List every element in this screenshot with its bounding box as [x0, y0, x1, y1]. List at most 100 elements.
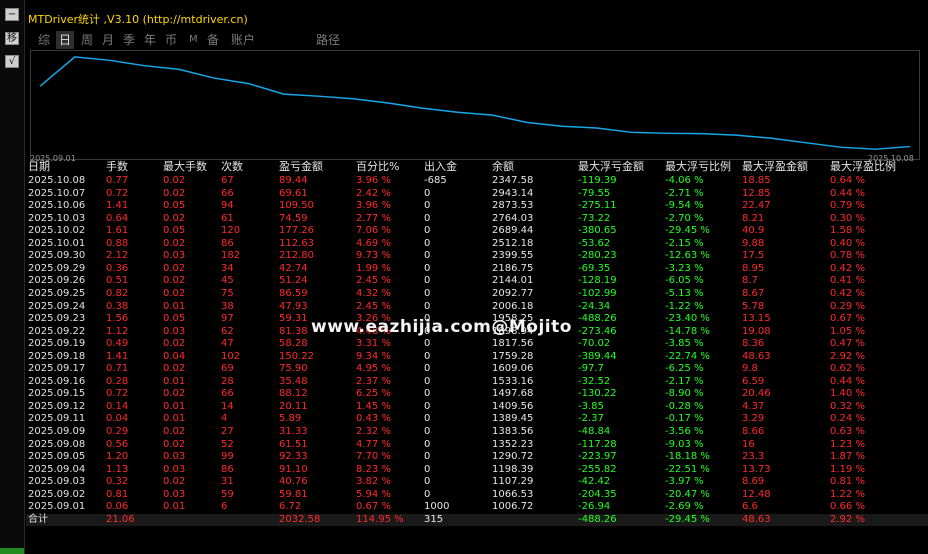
cell-max-float-loss-pct: -22.51 %: [665, 463, 710, 475]
tab-quarterly[interactable]: 季: [123, 31, 135, 49]
cell-trades: 120: [221, 225, 241, 237]
cell-deposit: 0: [424, 338, 431, 350]
cell-trades: 182: [221, 250, 241, 262]
cell-max-float-profit-pct: 0.81 %: [830, 476, 865, 488]
cell-profit: 89.44: [279, 175, 308, 186]
cell-trades: 75: [221, 287, 234, 299]
cell-trades: 27: [221, 426, 234, 437]
cell-lots: 0.72: [106, 187, 129, 199]
cell-max-float-loss-pct: -2.70 %: [665, 212, 704, 224]
tab-currency[interactable]: 币: [165, 31, 177, 49]
cell-lots: 0.51: [106, 275, 129, 287]
cell-lots: 1.12: [106, 325, 129, 337]
cell-deposit: 0: [424, 250, 431, 262]
table-row: 2025.09.17 0.71 0.02 69 75.90 4.95 % 0 1609.06 -…: [26, 363, 928, 375]
cell-max-float-profit: 13.73: [742, 463, 771, 475]
total-profit: 2032.58: [279, 513, 321, 525]
cell-max-lots: 0.03: [163, 451, 186, 463]
tab-overview[interactable]: 综: [38, 31, 50, 49]
table-row: 2025.09.25 0.82 0.02 75 86.59 4.32 % 0 2092.77 -…: [26, 288, 928, 300]
tab-account[interactable]: 账户: [231, 31, 255, 49]
tab-monthly[interactable]: 月: [102, 31, 114, 49]
tab-weekly[interactable]: 周: [81, 31, 93, 49]
table-row: 2025.09.02 0.81 0.03 59 59.81 5.94 % 0 1066.53 -…: [26, 489, 928, 501]
cell-balance: 1107.29: [492, 476, 534, 488]
cell-lots: 0.14: [106, 400, 129, 412]
cell-balance: 1409.56: [492, 400, 534, 412]
cell-max-float-profit-pct: 2.92 %: [830, 350, 865, 362]
cell-balance: 2399.55: [492, 250, 534, 262]
cell-lots: 0.49: [106, 338, 129, 350]
cell-lots: 0.06: [106, 501, 129, 513]
status-indicator: [0, 548, 24, 554]
move-button[interactable]: 移: [5, 32, 19, 45]
cell-max-float-profit-pct: 1.19 %: [830, 463, 865, 475]
minimize-button[interactable]: −: [5, 8, 19, 21]
table-row: 2025.09.30 2.12 0.03 182 212.80 9.73 % 0 2399.5…: [26, 250, 928, 262]
col-date: 日期: [28, 160, 50, 173]
check-button[interactable]: √: [5, 55, 19, 68]
cell-max-float-profit: 8.95: [742, 262, 765, 274]
cell-balance: 1533.16: [492, 375, 534, 387]
cell-date: 2025.10.02: [28, 225, 86, 237]
cell-max-float-loss: -117.28: [578, 438, 617, 450]
cell-percent: 4.32 %: [356, 287, 391, 299]
cell-max-lots: 0.02: [163, 426, 186, 437]
cell-max-float-loss: -97.7: [578, 363, 604, 375]
cell-max-lots: 0.03: [163, 325, 186, 337]
cell-max-float-loss: -275.11: [578, 200, 617, 212]
cell-max-float-loss: -204.35: [578, 488, 617, 500]
cell-profit: 40.76: [279, 476, 308, 488]
cell-trades: 31: [221, 476, 234, 488]
title-bar: MTDriver统计 ,V3.10 (http://mtdriver.cn): [26, 6, 918, 30]
table-row: 2025.09.29 0.36 0.02 34 42.74 1.99 % 0 2186.75 -…: [26, 263, 928, 275]
col-trades: 次数: [221, 160, 243, 173]
cell-profit: 109.50: [279, 200, 314, 212]
table-row: 2025.09.01 0.06 0.01 6 6.72 0.67 % 1000 1006.72…: [26, 501, 928, 513]
cell-max-lots: 0.05: [163, 313, 186, 325]
tab-m[interactable]: M: [189, 31, 198, 49]
table-row: 2025.09.16 0.28 0.01 28 35.48 2.37 % 0 1533.16 -…: [26, 376, 928, 388]
cell-max-lots: 0.02: [163, 438, 186, 450]
cell-max-float-loss-pct: -8.90 %: [665, 388, 704, 400]
cell-balance: 1066.53: [492, 488, 534, 500]
cell-lots: 1.41: [106, 200, 129, 212]
tab-path[interactable]: 路径: [316, 31, 340, 49]
cell-max-float-loss-pct: -0.17 %: [665, 413, 704, 425]
window-title: MTDriver统计 ,V3.10 (http://mtdriver.cn): [28, 13, 248, 26]
cell-deposit: 0: [424, 287, 431, 299]
cell-max-lots: 0.01: [163, 501, 186, 513]
cell-deposit: 0: [424, 451, 431, 463]
cell-date: 2025.09.16: [28, 375, 86, 387]
col-deposit: 出入金: [424, 160, 457, 173]
cell-profit: 75.90: [279, 363, 308, 375]
tab-notes[interactable]: 备: [207, 31, 219, 49]
period-tabs: 综 日 周 月 季 年 币 M 备 账户 路径: [26, 31, 726, 49]
cell-max-float-loss: -42.42: [578, 476, 611, 488]
cell-deposit: 0: [424, 363, 431, 375]
cell-max-lots: 0.02: [163, 287, 186, 299]
cell-lots: 0.81: [106, 488, 129, 500]
cell-max-float-loss-pct: -3.97 %: [665, 476, 704, 488]
table-header: 日期 手数 最大手数 次数 盈亏金额 百分比% 出入金 余额 最大浮亏金额 最大…: [26, 161, 928, 173]
cell-deposit: 0: [424, 275, 431, 287]
cell-trades: 28: [221, 375, 234, 387]
tab-daily[interactable]: 日: [56, 31, 75, 49]
cell-max-lots: 0.05: [163, 200, 186, 212]
cell-max-float-loss-pct: -23.40 %: [665, 313, 710, 325]
cell-max-lots: 0.02: [163, 175, 186, 186]
cell-max-float-profit-pct: 0.41 %: [830, 275, 865, 287]
cell-trades: 52: [221, 438, 234, 450]
cell-date: 2025.09.04: [28, 463, 86, 475]
tab-yearly[interactable]: 年: [144, 31, 156, 49]
table-row: 2025.10.07 0.72 0.02 66 69.61 2.42 % 0 2943.14 -…: [26, 188, 928, 200]
cell-percent: 2.45 %: [356, 300, 391, 312]
cell-max-float-profit-pct: 1.40 %: [830, 388, 865, 400]
cell-percent: 2.37 %: [356, 375, 391, 387]
cell-max-float-loss: -119.39: [578, 175, 617, 186]
cell-max-lots: 0.02: [163, 237, 186, 249]
cell-percent: 4.77 %: [356, 438, 391, 450]
cell-max-float-loss: -24.34: [578, 300, 611, 312]
cell-trades: 94: [221, 200, 234, 212]
cell-profit: 91.10: [279, 463, 308, 475]
